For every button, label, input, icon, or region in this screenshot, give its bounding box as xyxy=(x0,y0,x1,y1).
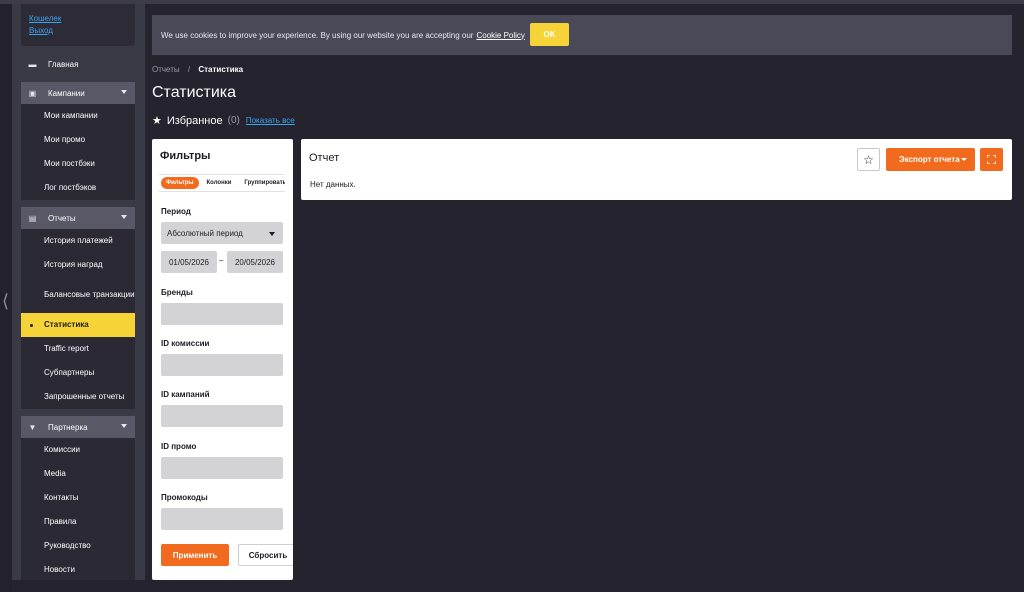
period-label: Период xyxy=(161,207,191,216)
clipboard-icon: ▤ xyxy=(28,213,37,223)
chevron-left-icon[interactable]: ⟨ xyxy=(2,292,9,310)
sidebar-group-label: Партнерка xyxy=(48,422,88,432)
favorites-count: (0) xyxy=(227,115,240,126)
promocodes-label: Промокоды xyxy=(161,493,208,502)
commission-id-label: ID комиссии xyxy=(161,339,210,348)
reset-button[interactable]: Сбросить xyxy=(238,544,293,566)
sidebar-item-news[interactable]: Новости xyxy=(21,558,135,580)
fullscreen-button[interactable] xyxy=(980,148,1003,171)
sidebar-item-reward-history[interactable]: История наград xyxy=(21,253,135,277)
sidebar-item-contacts[interactable]: Контакты xyxy=(21,486,135,510)
export-report-label: Экспорт отчета xyxy=(899,155,960,164)
date-to-field[interactable]: 20/05/2026 xyxy=(227,251,283,273)
campaign-id-label: ID кампаний xyxy=(161,390,210,399)
chevron-down-icon xyxy=(121,424,127,428)
period-select-value: Абсолютный период xyxy=(167,228,243,238)
campaign-id-input[interactable] xyxy=(161,405,283,427)
star-outline-icon: ☆ xyxy=(863,152,874,167)
sidebar-item-home[interactable]: ▬ Главная xyxy=(21,54,135,74)
sidebar-group-head-reports[interactable]: ▤ Отчеты xyxy=(21,207,135,229)
sidebar-item-my-postbacks[interactable]: Мои постбэки xyxy=(21,152,135,176)
page-title: Статистика xyxy=(152,84,237,101)
wallet-link[interactable]: Кошелек xyxy=(29,13,135,25)
sidebar-item-guide[interactable]: Руководство xyxy=(21,534,135,558)
chevron-down-icon xyxy=(121,215,127,219)
filters-title: Фильтры xyxy=(160,150,211,162)
sidebar-item-my-campaigns[interactable]: Мои кампании xyxy=(21,104,135,128)
sidebar-item-label: Главная xyxy=(48,59,79,69)
sidebar-item-rules[interactable]: Правила xyxy=(21,510,135,534)
sidebar-item-requested-reports[interactable]: Запрошенные отчеты xyxy=(21,385,135,409)
logout-link[interactable]: Выход xyxy=(29,25,135,37)
sidebar-group-partner: ▼ Партнерка Комиссии Media Контакты Прав… xyxy=(21,416,135,580)
cookie-text: We use cookies to improve your experienc… xyxy=(161,30,474,40)
funnel-icon: ▼ xyxy=(28,422,37,432)
sidebar-item-balance-transactions[interactable]: Балансовые транзакции xyxy=(21,277,135,313)
star-icon: ★ xyxy=(152,115,162,127)
promo-id-label: ID промо xyxy=(161,442,197,451)
brands-label: Бренды xyxy=(161,288,193,297)
export-report-button[interactable]: Экспорт отчета xyxy=(886,148,975,171)
period-select[interactable]: Абсолютный период xyxy=(161,222,283,244)
filters-tabs: Фильтры Колонки Группировать xyxy=(159,174,285,192)
tab-group[interactable]: Группировать xyxy=(239,177,285,189)
cookie-policy-link[interactable]: Cookie Policy xyxy=(476,31,524,40)
date-separator: – xyxy=(219,256,224,265)
favorites-label: Избранное xyxy=(166,114,223,127)
sidebar-item-statistics[interactable]: Статистика xyxy=(21,313,135,337)
cookie-ok-button[interactable]: OK xyxy=(530,23,569,46)
sidebar-group-head-campaigns[interactable]: ▣ Кампании xyxy=(21,82,135,104)
sidebar-group-head-partner[interactable]: ▼ Партнерка xyxy=(21,416,135,438)
cookie-banner: We use cookies to improve your experienc… xyxy=(152,15,1012,55)
breadcrumb-separator: / xyxy=(187,65,191,74)
sidebar-item-subpartners[interactable]: Субпартнеры xyxy=(21,361,135,385)
tab-columns[interactable]: Колонки xyxy=(202,177,237,189)
sidebar-item-traffic-report[interactable]: Traffic report xyxy=(21,337,135,361)
filters-panel: Фильтры Фильтры Колонки Группировать Пер… xyxy=(152,139,293,580)
sidebar-item-my-promo[interactable]: Мои промо xyxy=(21,128,135,152)
chevron-down-icon xyxy=(121,90,127,94)
sidebar-group-campaigns: ▣ Кампании Мои кампании Мои промо Мои по… xyxy=(21,82,135,200)
sidebar-item-media[interactable]: Media xyxy=(21,462,135,486)
promo-id-input[interactable] xyxy=(161,457,283,479)
sidebar-item-commissions[interactable]: Комиссии xyxy=(21,438,135,462)
sidebar-item-payment-history[interactable]: История платежей xyxy=(21,229,135,253)
breadcrumb-current: Статистика xyxy=(198,65,244,74)
favorites-row: ★ Избранное (0) Показать все xyxy=(152,114,295,128)
sidebar-group-label: Кампании xyxy=(48,88,85,98)
top-edge xyxy=(0,0,1024,4)
home-icon: ▬ xyxy=(28,59,37,69)
sidebar-item-postback-log[interactable]: Лог постбэков xyxy=(21,176,135,200)
breadcrumb-parent[interactable]: Отчеты xyxy=(152,65,180,74)
fullscreen-icon xyxy=(987,155,996,164)
report-panel: Отчет Нет данных. ☆ Экспорт отчета xyxy=(301,139,1012,200)
brands-input[interactable] xyxy=(161,303,283,325)
report-title: Отчет xyxy=(309,152,340,164)
sidebar-collapse-strip[interactable]: ⟨ xyxy=(0,4,12,592)
sidebar: Кошелек Выход ▬ Главная ▣ Кампании Мои к… xyxy=(12,4,145,580)
report-empty-text: Нет данных. xyxy=(310,180,356,189)
briefcase-icon: ▣ xyxy=(28,88,37,98)
caret-down-icon xyxy=(961,158,967,161)
caret-down-icon xyxy=(269,232,275,236)
sidebar-group-label: Отчеты xyxy=(48,213,76,223)
add-favorite-button[interactable]: ☆ xyxy=(857,148,880,171)
commission-id-input[interactable] xyxy=(161,354,283,376)
date-from-field[interactable]: 01/05/2026 xyxy=(161,251,217,273)
breadcrumb: Отчеты / Статистика xyxy=(152,65,243,74)
tab-filters[interactable]: Фильтры xyxy=(161,177,199,189)
show-all-link[interactable]: Показать все xyxy=(246,116,295,125)
promocodes-input[interactable] xyxy=(161,508,283,530)
apply-button[interactable]: Применить xyxy=(161,544,229,566)
user-box: Кошелек Выход xyxy=(21,4,135,46)
sidebar-group-reports: ▤ Отчеты История платежей История наград… xyxy=(21,207,135,409)
